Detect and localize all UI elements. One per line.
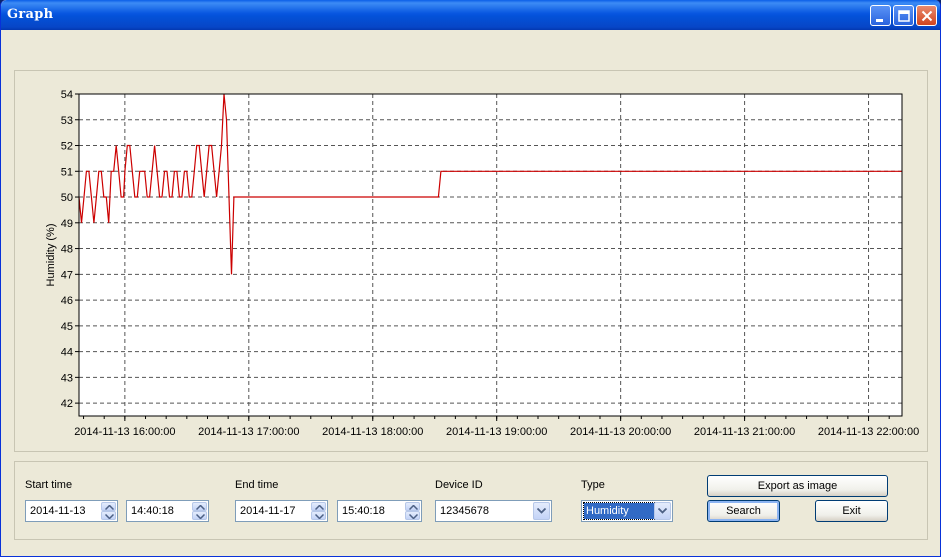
export-image-button[interactable]: Export as image [707, 475, 888, 497]
search-button[interactable]: Search [707, 500, 780, 522]
device-id-dropdown-button[interactable] [533, 502, 550, 520]
arrow-up-icon [196, 505, 205, 510]
arrow-up-icon [105, 505, 114, 510]
title-bar[interactable]: Graph [1, 0, 940, 30]
end-date-picker[interactable]: 2014-11-17 [235, 500, 328, 522]
start-date-down[interactable] [101, 511, 116, 520]
x-tick-label: 2014-11-13 18:00:00 [322, 426, 423, 438]
start-date-picker[interactable]: 2014-11-13 [25, 500, 118, 522]
y-tick-label: 47 [61, 269, 73, 281]
end-time-spinner[interactable] [405, 502, 420, 520]
y-tick-label: 46 [61, 295, 73, 307]
start-time-spinner[interactable] [192, 502, 207, 520]
arrow-down-icon [315, 514, 324, 519]
plot-area [79, 94, 902, 416]
arrow-up-icon [315, 505, 324, 510]
controls-panel: Start time 2014-11-13 14:40:18 End time … [14, 461, 928, 540]
x-tick-label: 2014-11-13 22:00:00 [818, 426, 919, 438]
start-time-up[interactable] [192, 502, 207, 511]
maximize-icon [898, 10, 910, 22]
y-tick-label: 42 [61, 398, 73, 410]
start-date-value: 2014-11-13 [30, 505, 86, 517]
end-date-down[interactable] [311, 511, 326, 520]
x-tick-label: 2014-11-13 16:00:00 [74, 426, 175, 438]
arrow-down-icon [409, 514, 418, 519]
window-title: Graph [7, 7, 54, 22]
y-axis-label: Humidity (%) [45, 224, 57, 287]
start-time-label: Start time [25, 479, 73, 491]
type-value: Humidity [583, 502, 657, 520]
y-tick-label: 44 [61, 347, 73, 359]
close-button[interactable] [916, 5, 937, 26]
start-time-value: 14:40:18 [131, 505, 174, 517]
y-tick-label: 49 [61, 218, 73, 230]
x-tick-label: 2014-11-13 17:00:00 [198, 426, 299, 438]
y-tick-label: 51 [61, 166, 73, 178]
start-date-up[interactable] [101, 502, 116, 511]
end-time-up[interactable] [405, 502, 420, 511]
device-id-select[interactable]: 12345678 [435, 500, 552, 522]
type-label: Type [581, 479, 605, 491]
end-time-label: End time [235, 479, 279, 491]
end-date-value: 2014-11-17 [240, 505, 296, 517]
y-tick-label: 43 [61, 372, 73, 384]
arrow-down-icon [105, 514, 114, 519]
arrow-up-icon [409, 505, 418, 510]
minimize-icon [876, 19, 883, 22]
end-time-down[interactable] [405, 511, 420, 520]
x-tick-label: 2014-11-13 21:00:00 [694, 426, 795, 438]
arrow-down-icon [196, 514, 205, 519]
y-tick-label: 52 [61, 141, 73, 153]
x-tick-label: 2014-11-13 20:00:00 [570, 426, 671, 438]
end-time-value: 15:40:18 [342, 505, 385, 517]
minimize-button[interactable] [870, 5, 891, 26]
device-id-label: Device ID [435, 479, 483, 491]
x-tick-label: 2014-11-13 19:00:00 [446, 426, 547, 438]
y-tick-label: 50 [61, 192, 73, 204]
graph-window: Graph 42 43 44 45 46 47 48 49 50 51 52 53 54 2014-11-… [0, 0, 941, 557]
y-tick-label: 48 [61, 244, 73, 256]
start-time-picker[interactable]: 14:40:18 [126, 500, 209, 522]
end-date-up[interactable] [311, 502, 326, 511]
chevron-down-icon [658, 508, 667, 514]
start-date-spinner[interactable] [101, 502, 116, 520]
chart-panel: 42 43 44 45 46 47 48 49 50 51 52 53 54 2014-11-13 16:… [14, 70, 928, 452]
y-tick-label: 53 [61, 115, 73, 127]
maximize-button[interactable] [893, 5, 914, 26]
chevron-down-icon [537, 508, 546, 514]
humidity-chart: 42 43 44 45 46 47 48 49 50 51 52 53 54 2014-11-13 16:… [45, 89, 919, 438]
end-date-spinner[interactable] [311, 502, 326, 520]
y-tick-label: 54 [61, 89, 73, 101]
start-time-down[interactable] [192, 511, 207, 520]
close-icon [921, 10, 933, 22]
type-dropdown-button[interactable] [654, 502, 671, 520]
exit-button[interactable]: Exit [815, 500, 888, 522]
type-select[interactable]: Humidity [581, 500, 673, 522]
device-id-value: 12345678 [440, 505, 489, 517]
end-time-picker[interactable]: 15:40:18 [337, 500, 422, 522]
y-tick-label: 45 [61, 321, 73, 333]
